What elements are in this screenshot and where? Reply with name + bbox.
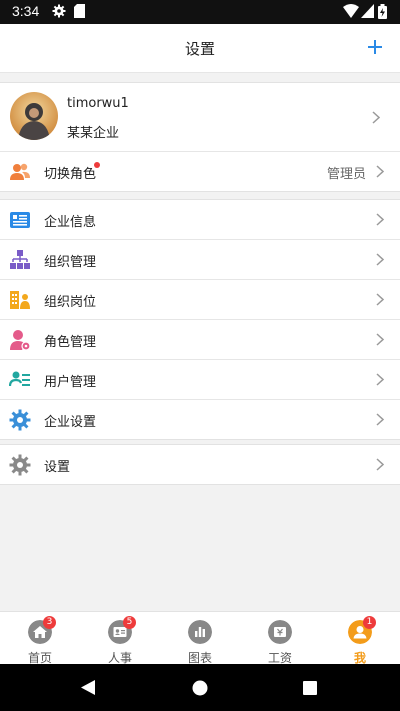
chevron-right-icon xyxy=(376,458,384,471)
user-management-icon xyxy=(9,371,30,387)
chevron-right-icon xyxy=(376,293,384,306)
menu-item-company-settings[interactable]: 企业设置 xyxy=(0,400,400,439)
company-info-icon xyxy=(10,212,30,228)
tab-badge: 1 xyxy=(363,616,376,629)
back-icon[interactable] xyxy=(80,679,96,696)
menu-item-user-management[interactable]: 用户管理 xyxy=(0,360,400,400)
status-time: 3:34 xyxy=(12,3,40,19)
menu-item-label: 设置 xyxy=(44,460,71,475)
settings-card: 设置 xyxy=(0,444,400,485)
tab-badge: 3 xyxy=(43,616,56,629)
menu-item-label: 用户管理 xyxy=(44,375,97,390)
menu-item-label: 组织岗位 xyxy=(44,295,97,310)
chevron-right-icon xyxy=(372,111,380,124)
menu-item-org-management[interactable]: 组织管理 xyxy=(0,240,400,280)
add-icon[interactable] xyxy=(362,34,388,60)
menu-item-role-management[interactable]: 角色管理 xyxy=(0,320,400,360)
avatar xyxy=(10,92,58,140)
chevron-right-icon xyxy=(376,373,384,386)
chevron-right-icon xyxy=(376,413,384,426)
org-position-icon xyxy=(10,291,30,309)
page-title: 设置 xyxy=(184,40,215,58)
gear-icon xyxy=(9,454,31,476)
signal-icon xyxy=(361,4,374,18)
app-header: 设置 xyxy=(0,24,400,73)
switch-role-icon xyxy=(10,163,30,180)
wifi-icon xyxy=(343,4,359,18)
menu-item-label: 角色管理 xyxy=(44,335,97,350)
company-name: 某某企业 xyxy=(67,126,120,141)
chevron-right-icon xyxy=(376,333,384,346)
chevron-right-icon xyxy=(376,213,384,226)
sd-card-icon xyxy=(74,4,85,18)
salary-icon xyxy=(268,620,292,644)
current-role: 管理员 xyxy=(326,167,366,182)
role-management-icon xyxy=(10,330,31,351)
tab-home[interactable]: 3 首页 xyxy=(0,612,80,665)
tab-personnel[interactable]: 5 人事 xyxy=(80,612,160,665)
admin-menu-card: 企业信息 组织管理 组织岗位 角色管理 用户管理 企业设置 xyxy=(0,199,400,440)
menu-item-org-position[interactable]: 组织岗位 xyxy=(0,280,400,320)
tab-salary[interactable]: 工资 xyxy=(240,612,320,665)
battery-icon xyxy=(378,4,387,19)
home-nav-icon[interactable] xyxy=(192,680,208,696)
settings-status-icon xyxy=(52,4,66,18)
tab-me[interactable]: 1 我 xyxy=(320,612,400,665)
bottom-tab-bar: 3 首页 5 人事 图表 工资 1 我 xyxy=(0,611,400,665)
notification-dot xyxy=(94,162,100,168)
company-settings-icon xyxy=(9,409,31,431)
org-management-icon xyxy=(10,250,30,269)
username: timorwu1 xyxy=(67,96,129,111)
profile-card: timorwu1 某某企业 切换角色 管理员 xyxy=(0,82,400,192)
switch-role-row[interactable]: 切换角色 管理员 xyxy=(0,152,400,191)
menu-item-label: 组织管理 xyxy=(44,255,97,270)
recents-icon[interactable] xyxy=(303,681,317,695)
chart-icon xyxy=(188,620,212,644)
chevron-right-icon xyxy=(376,165,384,178)
tab-badge: 5 xyxy=(123,616,136,629)
menu-item-label: 企业信息 xyxy=(44,215,97,230)
menu-item-settings[interactable]: 设置 xyxy=(0,445,400,484)
status-bar: 3:34 xyxy=(0,0,400,24)
profile-row[interactable]: timorwu1 某某企业 xyxy=(0,83,400,152)
system-nav-bar xyxy=(0,664,400,711)
chevron-right-icon xyxy=(376,253,384,266)
tab-charts[interactable]: 图表 xyxy=(160,612,240,665)
menu-item-company-info[interactable]: 企业信息 xyxy=(0,200,400,240)
switch-role-label: 切换角色 xyxy=(44,167,97,182)
menu-item-label: 企业设置 xyxy=(44,415,97,430)
